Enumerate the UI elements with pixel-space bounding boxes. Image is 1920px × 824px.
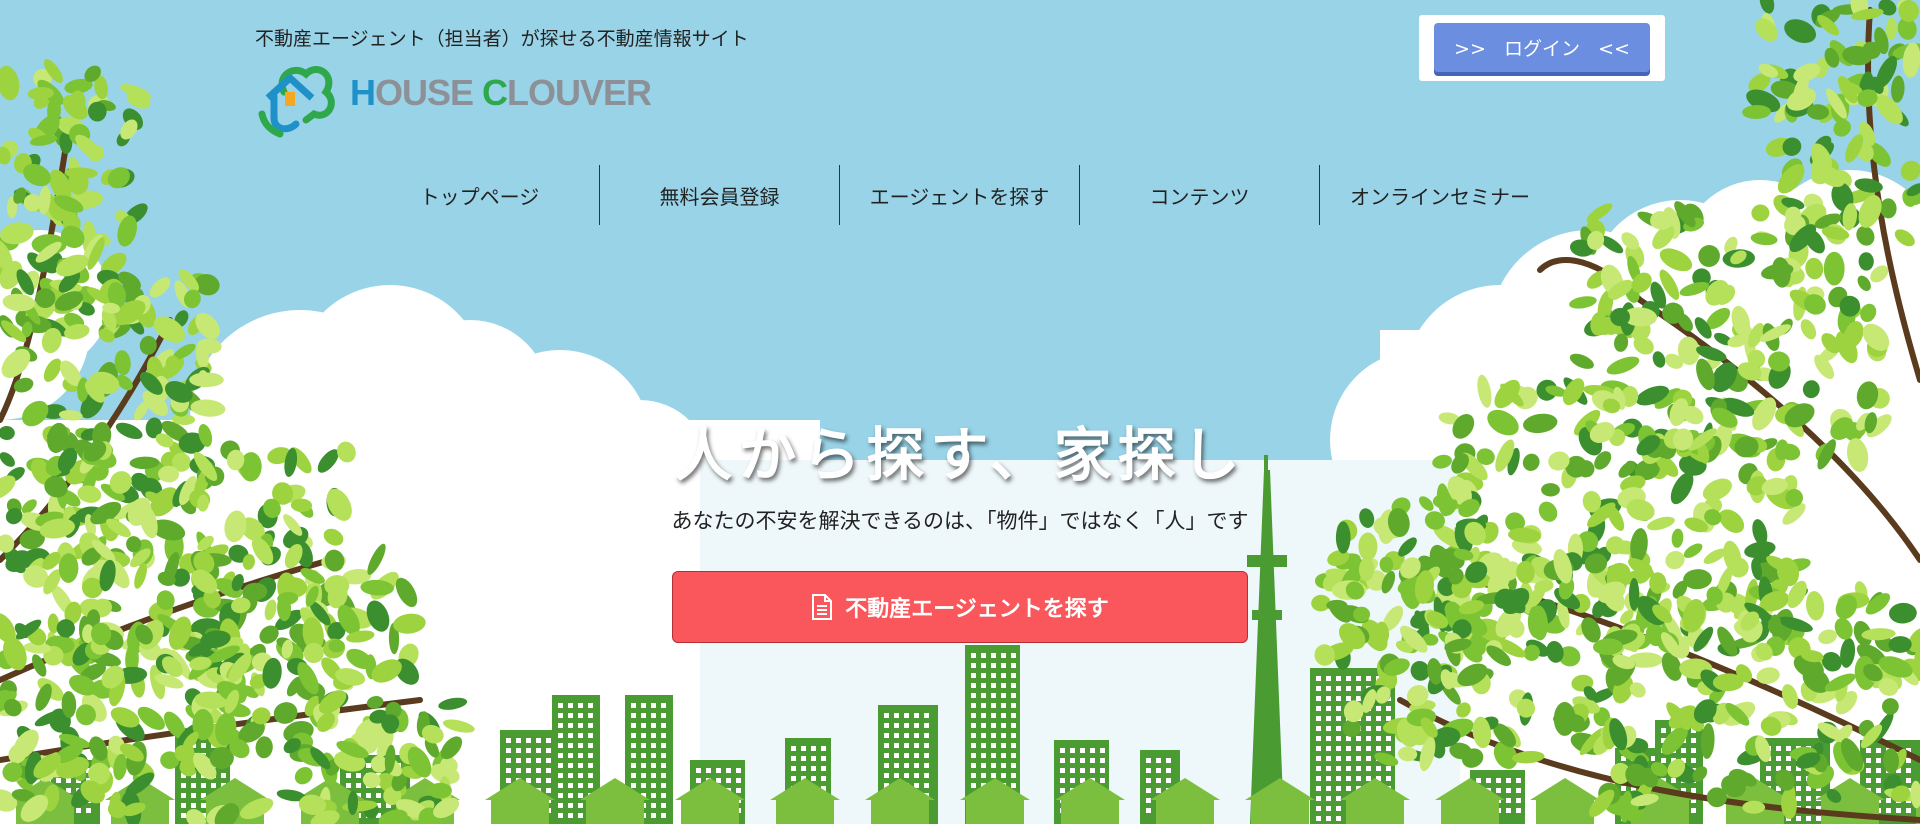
login-panel: >> ログイン <<: [1419, 15, 1665, 81]
hero-section: 不動産エージェント（担当者）が探せる不動産情報サイト HOUSE CLOUVER…: [0, 0, 1920, 824]
logo-wordmark: HOUSE CLOUVER: [350, 72, 652, 113]
nav-item-online-seminar[interactable]: オンラインセミナー: [1320, 165, 1560, 225]
hero-headline: 人から探す、家探し: [674, 421, 1246, 489]
hero-subline: あなたの不安を解決できるのは、「物件」ではなく「人」です: [671, 509, 1249, 533]
find-agent-button-label: 不動産エージェントを探す: [845, 597, 1109, 622]
house-clover-logo-icon: [258, 66, 335, 138]
site-tagline: 不動産エージェント（担当者）が探せる不動産情報サイト: [255, 28, 749, 50]
document-icon: [812, 594, 833, 620]
nav-item-find-agent[interactable]: エージェントを探す: [840, 165, 1080, 225]
nav-item-free-registration[interactable]: 無料会員登録: [600, 165, 840, 225]
find-agent-button[interactable]: 不動産エージェントを探す: [672, 571, 1248, 643]
site-logo[interactable]: HOUSE CLOUVER: [254, 58, 654, 140]
login-button[interactable]: >> ログイン <<: [1434, 23, 1650, 72]
nav-item-top-page[interactable]: トップページ: [360, 165, 600, 225]
nav-item-contents[interactable]: コンテンツ: [1080, 165, 1320, 225]
main-navigation: トップページ 無料会員登録 エージェントを探す コンテンツ オンラインセミナー: [360, 165, 1560, 225]
